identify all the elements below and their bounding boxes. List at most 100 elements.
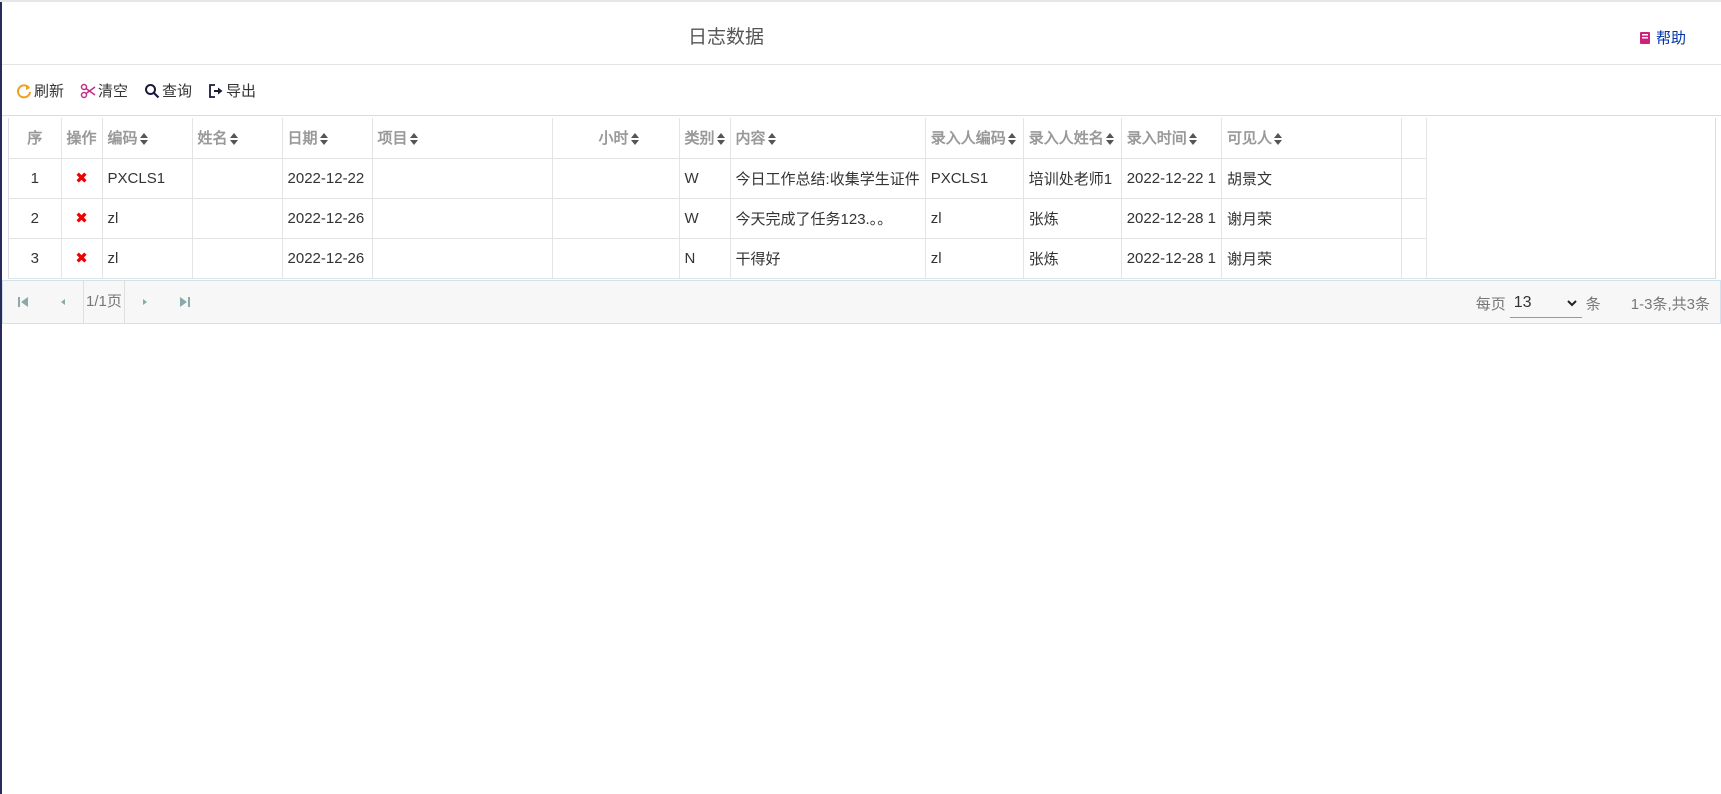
- cell-hours: [552, 238, 680, 279]
- first-page-button[interactable]: [3, 280, 43, 324]
- col-name[interactable]: 姓名: [192, 118, 283, 159]
- delete-icon[interactable]: ✖: [61, 158, 103, 199]
- log-table: 序 操作 编码 姓名 日期 项目 小时 类别 内容 录入人编码 录入人姓名 录入…: [9, 118, 1427, 279]
- cell-entry-time: 2022-12-22 1: [1121, 158, 1222, 199]
- refresh-button[interactable]: 刷新: [16, 80, 64, 101]
- cell-code: zl: [102, 238, 193, 279]
- cell-project: [372, 238, 553, 279]
- refresh-icon: [17, 83, 31, 98]
- query-button[interactable]: 查询: [144, 80, 192, 101]
- delete-icon[interactable]: ✖: [61, 238, 103, 279]
- table-row[interactable]: 3 ✖ zl 2022-12-26 N 干得好 zl 张炼 2022-12-28…: [9, 238, 1427, 279]
- cell-category: N: [679, 238, 731, 279]
- col-entry-name[interactable]: 录入人姓名: [1023, 118, 1122, 159]
- col-hours[interactable]: 小时: [552, 118, 680, 159]
- export-label: 导出: [226, 83, 257, 100]
- first-page-icon: [18, 297, 28, 307]
- col-entry-time-label: 录入时间: [1126, 130, 1187, 148]
- scissors-icon: [80, 83, 96, 98]
- cell-name: [192, 198, 283, 239]
- help-label: 帮助: [1655, 30, 1686, 47]
- next-page-button[interactable]: [125, 280, 165, 324]
- cell-filler: [1401, 198, 1427, 239]
- sort-icon: [630, 133, 639, 146]
- per-page-label: 每页: [1475, 295, 1506, 313]
- per-page-unit: 条: [1585, 295, 1601, 313]
- table-row[interactable]: 1 ✖ PXCLS1 2022-12-22 W 今日工作总结:收集学生证件 PX…: [9, 158, 1427, 199]
- col-entry-code[interactable]: 录入人编码: [925, 118, 1024, 159]
- sort-icon: [229, 133, 238, 146]
- cell-date: 2022-12-22: [282, 158, 373, 199]
- export-button[interactable]: 导出: [208, 80, 256, 101]
- cell-name: [192, 238, 283, 279]
- cell-code: zl: [102, 198, 193, 239]
- col-action: 操作: [61, 118, 103, 159]
- delete-icon[interactable]: ✖: [61, 198, 103, 239]
- cell-name: [192, 158, 283, 199]
- page-title: 日志数据: [688, 27, 765, 48]
- col-project[interactable]: 项目: [372, 118, 553, 159]
- col-content-label: 内容: [735, 130, 766, 148]
- record-summary: 1-3条,共3条: [1630, 295, 1710, 313]
- sort-icon: [767, 133, 776, 146]
- prev-page-icon: [61, 299, 65, 305]
- clear-label: 清空: [98, 83, 129, 100]
- cell-entry-time: 2022-12-28 1: [1121, 238, 1222, 279]
- col-category[interactable]: 类别: [679, 118, 731, 159]
- chevron-down-icon: [1567, 299, 1577, 306]
- col-entry-time[interactable]: 录入时间: [1121, 118, 1222, 159]
- cell-category: W: [679, 158, 731, 199]
- prev-page-button[interactable]: [43, 280, 83, 324]
- col-date[interactable]: 日期: [282, 118, 373, 159]
- sort-icon: [139, 133, 148, 146]
- cell-hours: [552, 158, 680, 199]
- cell-seq: 1: [9, 158, 62, 199]
- col-content[interactable]: 内容: [730, 118, 926, 159]
- export-icon: [209, 83, 223, 98]
- log-data-grid: 序 操作 编码 姓名 日期 项目 小时 类别 内容 录入人编码 录入人姓名 录入…: [8, 118, 1716, 279]
- help-link[interactable]: 帮助: [1638, 27, 1686, 48]
- clear-button[interactable]: 清空: [80, 80, 128, 101]
- sort-icon: [1188, 133, 1197, 146]
- sort-icon: [1007, 133, 1016, 146]
- search-icon: [145, 83, 160, 98]
- col-visible-label: 可见人: [1226, 130, 1272, 148]
- col-hours-label: 小时: [598, 130, 629, 148]
- last-page-button[interactable]: [165, 280, 205, 324]
- cell-seq: 2: [9, 198, 62, 239]
- page-header: 日志数据 帮助: [2, 2, 1721, 65]
- col-entry-name-label: 录入人姓名: [1028, 130, 1104, 148]
- cell-entry-code: PXCLS1: [925, 158, 1024, 199]
- delete-glyph: ✖: [75, 210, 88, 227]
- col-entry-code-label: 录入人编码: [930, 130, 1006, 148]
- per-page-select[interactable]: 13: [1509, 288, 1582, 318]
- next-page-icon: [142, 299, 147, 305]
- cell-content: 今天完成了任务123.。。: [730, 198, 926, 239]
- cell-visible: 谢月荣: [1221, 198, 1402, 239]
- query-label: 查询: [162, 83, 193, 100]
- cell-entry-name: 张炼: [1023, 198, 1122, 239]
- toolbar: 刷新 清空 查询 导出: [2, 66, 1721, 116]
- sort-icon: [319, 133, 328, 146]
- col-visible[interactable]: 可见人: [1221, 118, 1402, 159]
- pagination-bar: 1/1页 每页 13 条 1-3条,共3条: [2, 280, 1721, 324]
- delete-glyph: ✖: [75, 170, 88, 187]
- sort-icon: [409, 133, 418, 146]
- cell-seq: 3: [9, 238, 62, 279]
- table-row[interactable]: 2 ✖ zl 2022-12-26 W 今天完成了任务123.。。 zl 张炼 …: [9, 198, 1427, 239]
- cell-entry-code: zl: [925, 238, 1024, 279]
- cell-content: 干得好: [730, 238, 926, 279]
- cell-entry-code: zl: [925, 198, 1024, 239]
- col-code-label: 编码: [107, 130, 138, 148]
- col-name-label: 姓名: [197, 130, 228, 148]
- col-filler: [1401, 118, 1427, 159]
- cell-project: [372, 158, 553, 199]
- col-code[interactable]: 编码: [102, 118, 193, 159]
- sort-icon: [1105, 133, 1114, 146]
- cell-project: [372, 198, 553, 239]
- cell-category: W: [679, 198, 731, 239]
- sort-icon: [1273, 133, 1282, 146]
- col-category-label: 类别: [684, 130, 715, 148]
- cell-date: 2022-12-26: [282, 238, 373, 279]
- col-project-label: 项目: [377, 130, 408, 148]
